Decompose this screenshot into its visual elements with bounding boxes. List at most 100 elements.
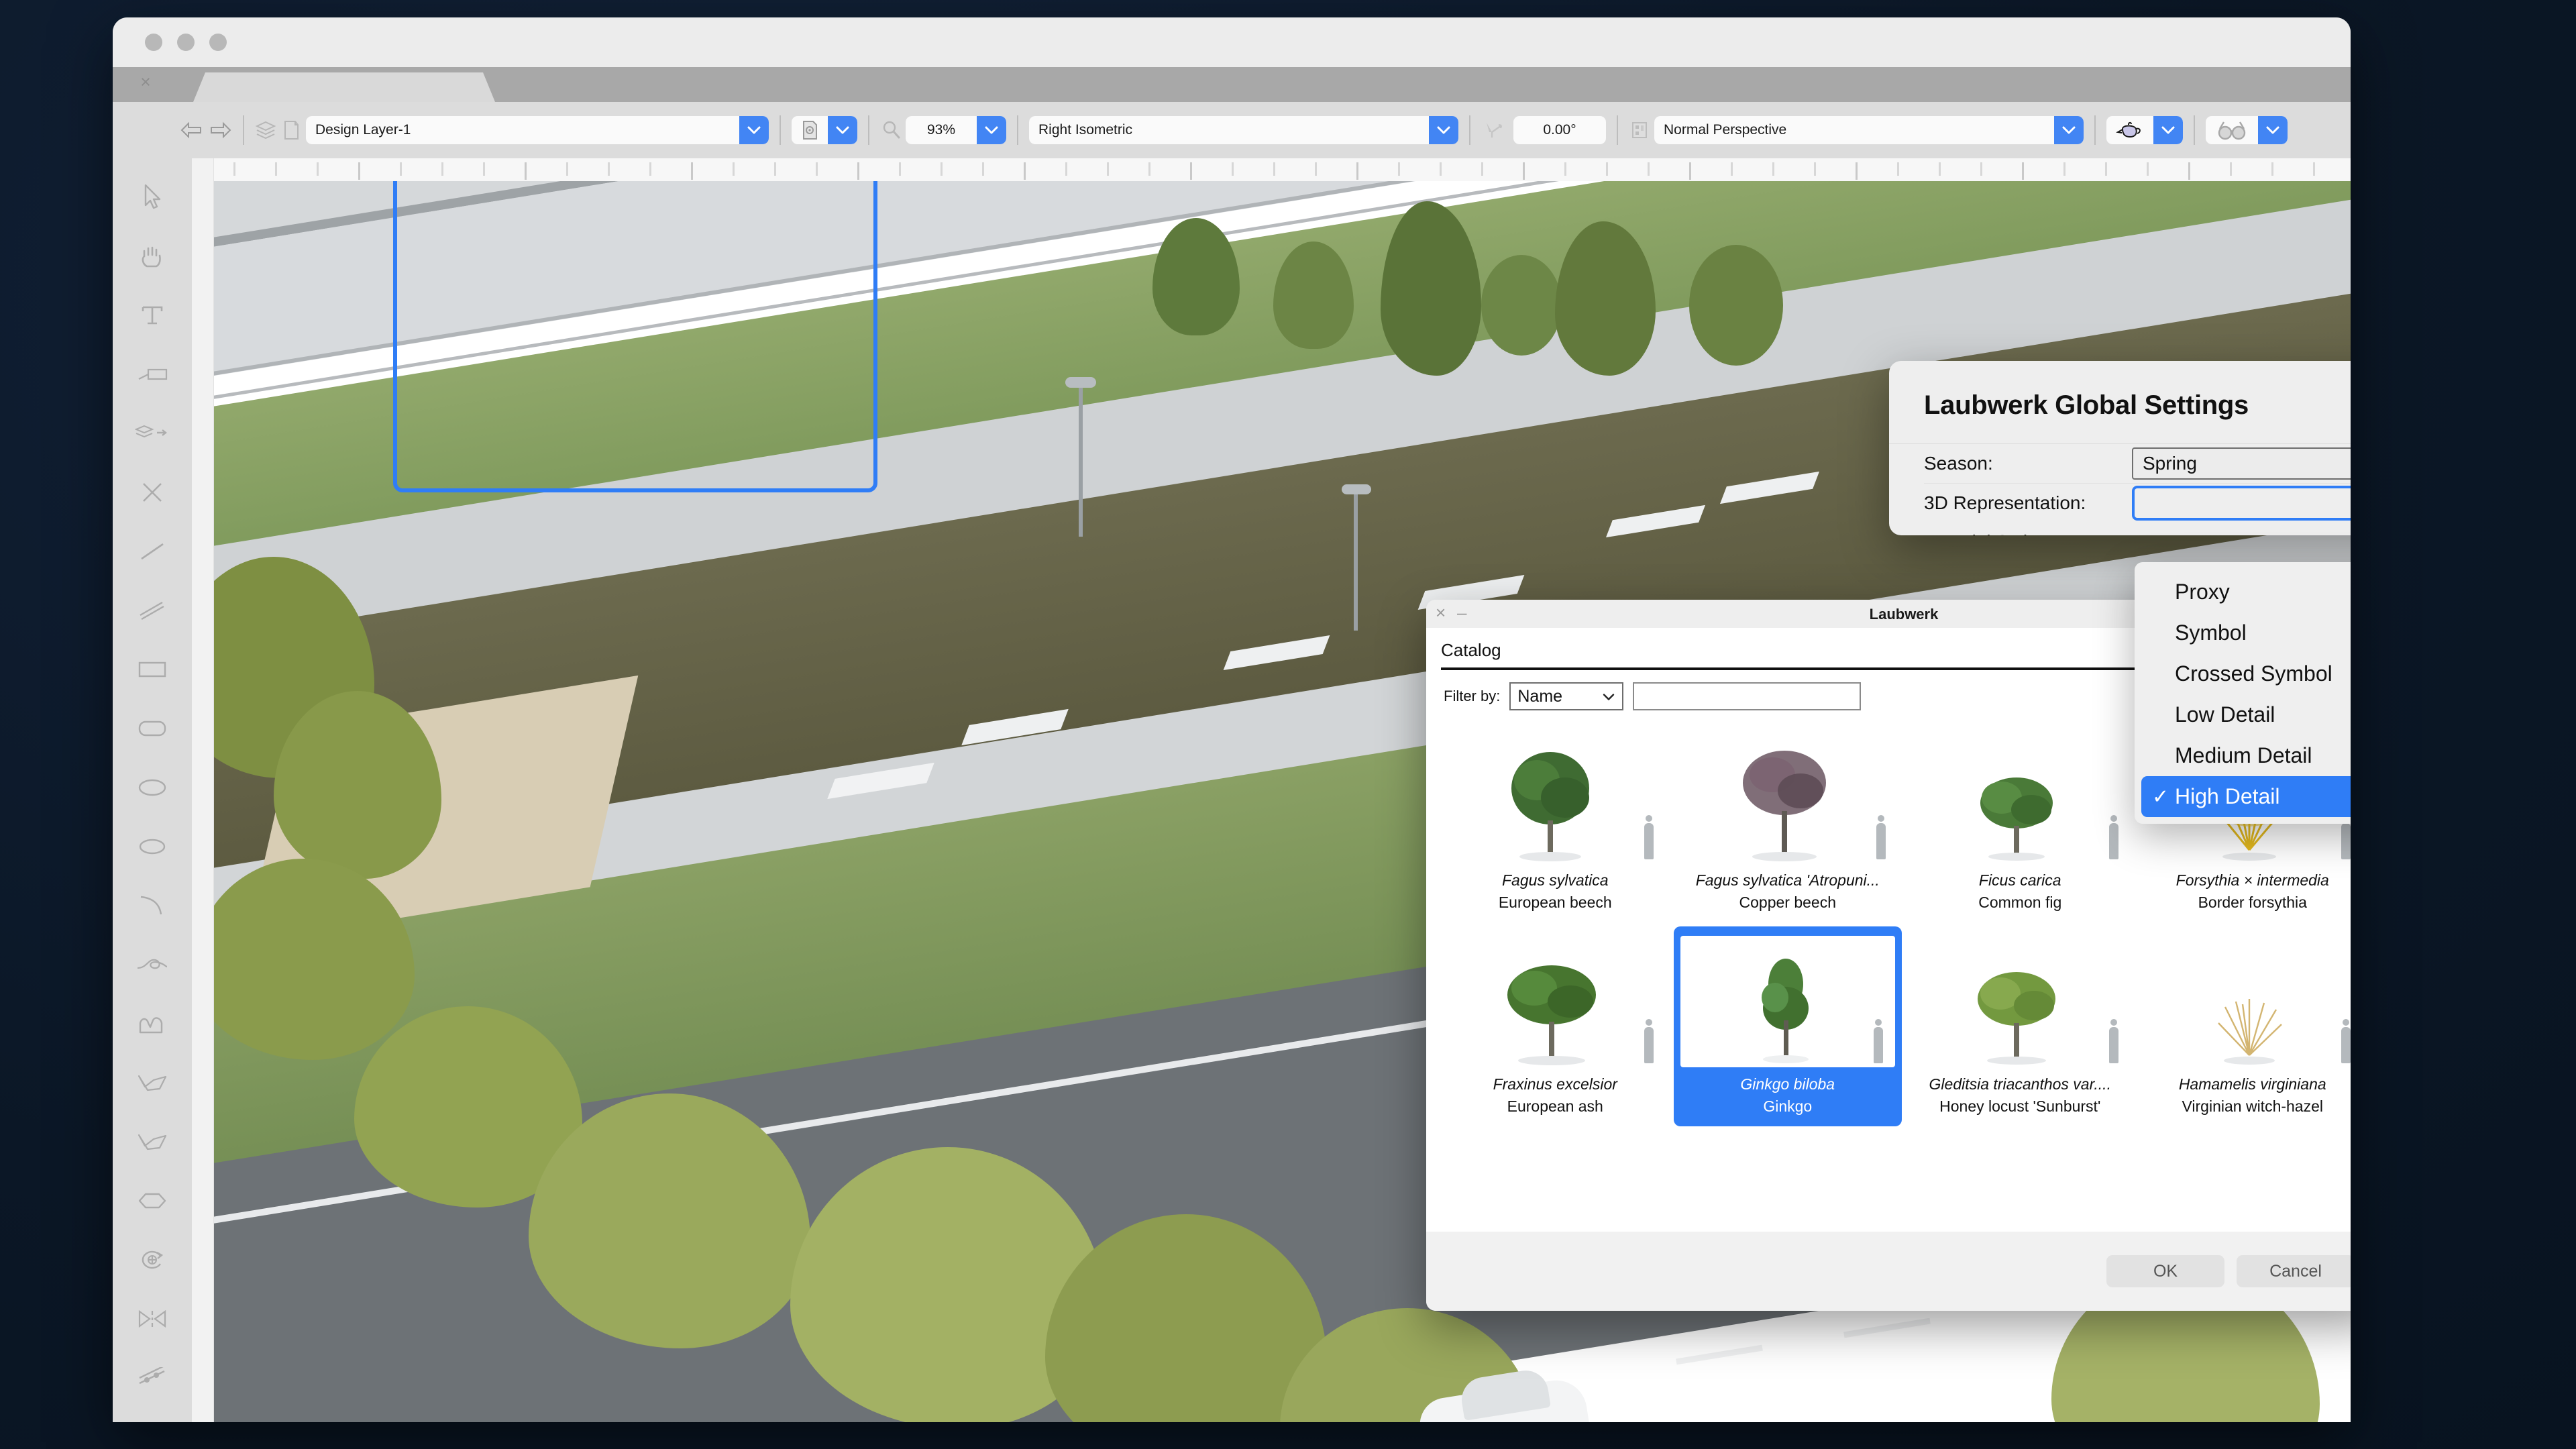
hexagon-icon[interactable] [113, 1171, 192, 1230]
window-titlebar [113, 17, 2351, 67]
zoom-window-button[interactable] [209, 34, 227, 51]
line-icon[interactable] [113, 522, 192, 581]
zoom-value[interactable]: 93% [906, 116, 977, 144]
view-chevron-down-icon[interactable] [1429, 116, 1458, 144]
design-layer-combo[interactable]: Design Layer-1 [306, 116, 769, 144]
ruler-tick [941, 162, 943, 176]
double-line-icon[interactable] [113, 581, 192, 640]
catalog-item[interactable]: Gleditsia triacanthos var.... Honey locu… [1906, 926, 2135, 1126]
app-root: × Design Layer-1 93% Right Isometric 0.0… [0, 0, 2576, 1449]
navigation-arrows[interactable] [180, 121, 232, 139]
ruler-tick [1731, 162, 1733, 176]
3d-representation-dropdown-menu[interactable]: Proxy Symbol Crossed Symbol Low Detail M… [2135, 562, 2351, 824]
zoom-combo[interactable]: 93% [906, 116, 1006, 144]
close-window-button[interactable] [145, 34, 162, 51]
dropdown-option-symbol[interactable]: Symbol [2135, 612, 2351, 653]
tab-close-icon[interactable]: × [137, 73, 154, 91]
polygon-icon[interactable] [113, 1112, 192, 1171]
circle-icon[interactable] [113, 817, 192, 876]
design-layer-value[interactable]: Design Layer-1 [306, 116, 739, 144]
rectangle-icon[interactable] [113, 640, 192, 699]
ruler-tick [2022, 162, 2024, 180]
layers-arrow-icon[interactable] [113, 404, 192, 463]
hand-icon[interactable] [113, 227, 192, 286]
class-combo[interactable] [792, 116, 857, 144]
minimize-window-button[interactable] [177, 34, 195, 51]
ruler-tick [691, 162, 693, 180]
dropdown-option-high-detail[interactable]: ✓ High Detail [2141, 776, 2351, 817]
view-value[interactable]: Right Isometric [1029, 116, 1429, 144]
catalog-item[interactable]: Fagus sylvatica 'Atropuni... Copper beec… [1674, 722, 1902, 922]
polyline-icon[interactable] [113, 1053, 192, 1112]
laubwerk-global-settings-dialog: Laubwerk Global Settings Season: Spring … [1889, 361, 2351, 535]
design-layer-chevron-down-icon[interactable] [739, 116, 769, 144]
view-combo[interactable]: Right Isometric [1029, 116, 1458, 144]
dropdown-option-low-detail[interactable]: Low Detail [2135, 694, 2351, 735]
scale-figure-icon [1874, 1019, 1883, 1063]
cross-icon[interactable] [113, 463, 192, 522]
ok-button[interactable]: OK [2106, 1255, 2224, 1287]
dropdown-option-crossed-symbol[interactable]: Crossed Symbol [2135, 653, 2351, 694]
filter-chevron-down-icon[interactable] [1602, 687, 1615, 706]
freehand-icon[interactable] [113, 994, 192, 1053]
render-combo[interactable] [2106, 116, 2183, 144]
projection-icon[interactable] [1629, 119, 1650, 142]
projection-combo[interactable]: Normal Perspective [1654, 116, 2084, 144]
rotate-icon[interactable] [1481, 119, 1509, 142]
dropdown-option-proxy[interactable]: Proxy [2135, 572, 2351, 612]
dropdown-option-medium-detail[interactable]: Medium Detail [2135, 735, 2351, 776]
pointer-icon[interactable] [113, 168, 192, 227]
season-select[interactable]: Spring [2132, 447, 2351, 480]
projection-chevron-down-icon[interactable] [2054, 116, 2084, 144]
arc-icon[interactable] [113, 876, 192, 935]
ruler-tick [1648, 162, 1650, 176]
catalog-item[interactable]: Ficus carica Common fig [1906, 722, 2135, 922]
plant-thumbnail [1677, 729, 1898, 863]
ruler-tick [733, 162, 735, 176]
plant-common-name: European ash [1507, 1097, 1603, 1115]
visibility-combo[interactable] [2206, 116, 2288, 144]
selection-rectangle[interactable] [393, 181, 877, 492]
rotate-plus-icon[interactable] [113, 1230, 192, 1289]
rotation-value[interactable]: 0.00° [1513, 116, 1606, 144]
3d-representation-select[interactable] [2132, 486, 2351, 521]
projection-value[interactable]: Normal Perspective [1654, 116, 2054, 144]
catalog-item[interactable]: Hamamelis virginiana Virginian witch-haz… [2139, 926, 2351, 1126]
horizontal-ruler[interactable] [192, 158, 2351, 182]
arrow-right-icon[interactable] [209, 121, 232, 139]
zoom-chevron-down-icon[interactable] [977, 116, 1006, 144]
callout-icon[interactable] [113, 345, 192, 404]
catalog-item-selected[interactable]: Ginkgo biloba Ginkgo [1673, 926, 1902, 1126]
class-icon[interactable] [792, 116, 828, 144]
catalog-item[interactable]: Fraxinus excelsior European ash [1441, 926, 1670, 1126]
filter-by-select[interactable]: Name [1509, 682, 1624, 710]
scale-icon[interactable] [113, 1348, 192, 1407]
teapot-icon[interactable] [2106, 116, 2153, 144]
document-tab[interactable] [193, 72, 495, 102]
class-chevron-down-icon[interactable] [828, 116, 857, 144]
rounded-rectangle-icon[interactable] [113, 699, 192, 758]
scale-figure-icon [2341, 815, 2351, 859]
ellipse-icon[interactable] [113, 758, 192, 817]
render-chevron-down-icon[interactable] [2153, 116, 2183, 144]
glasses-icon[interactable] [2206, 116, 2258, 144]
vertical-ruler[interactable] [192, 158, 214, 1422]
catalog-item[interactable]: Fagus sylvatica European beech [1441, 722, 1670, 922]
cancel-button[interactable]: Cancel [2237, 1255, 2351, 1287]
mirror-icon[interactable] [113, 1289, 192, 1348]
spline-icon[interactable] [113, 935, 192, 994]
sheet-icon[interactable] [280, 119, 302, 142]
visibility-chevron-down-icon[interactable] [2258, 116, 2288, 144]
ruler-tick [1148, 162, 1150, 176]
dropdown-option-label: Proxy [2175, 580, 2230, 604]
text-icon[interactable] [113, 286, 192, 345]
magnifier-icon[interactable] [880, 119, 902, 142]
arrow-left-icon[interactable] [180, 121, 203, 139]
ruler-tick [1356, 162, 1358, 180]
ruler-tick [1440, 162, 1442, 176]
layers-icon[interactable] [255, 119, 276, 142]
traffic-light-buttons[interactable] [145, 34, 227, 51]
filter-search-input[interactable] [1633, 682, 1862, 710]
ruler-tick [441, 162, 443, 176]
ruler-tick [2063, 162, 2065, 176]
